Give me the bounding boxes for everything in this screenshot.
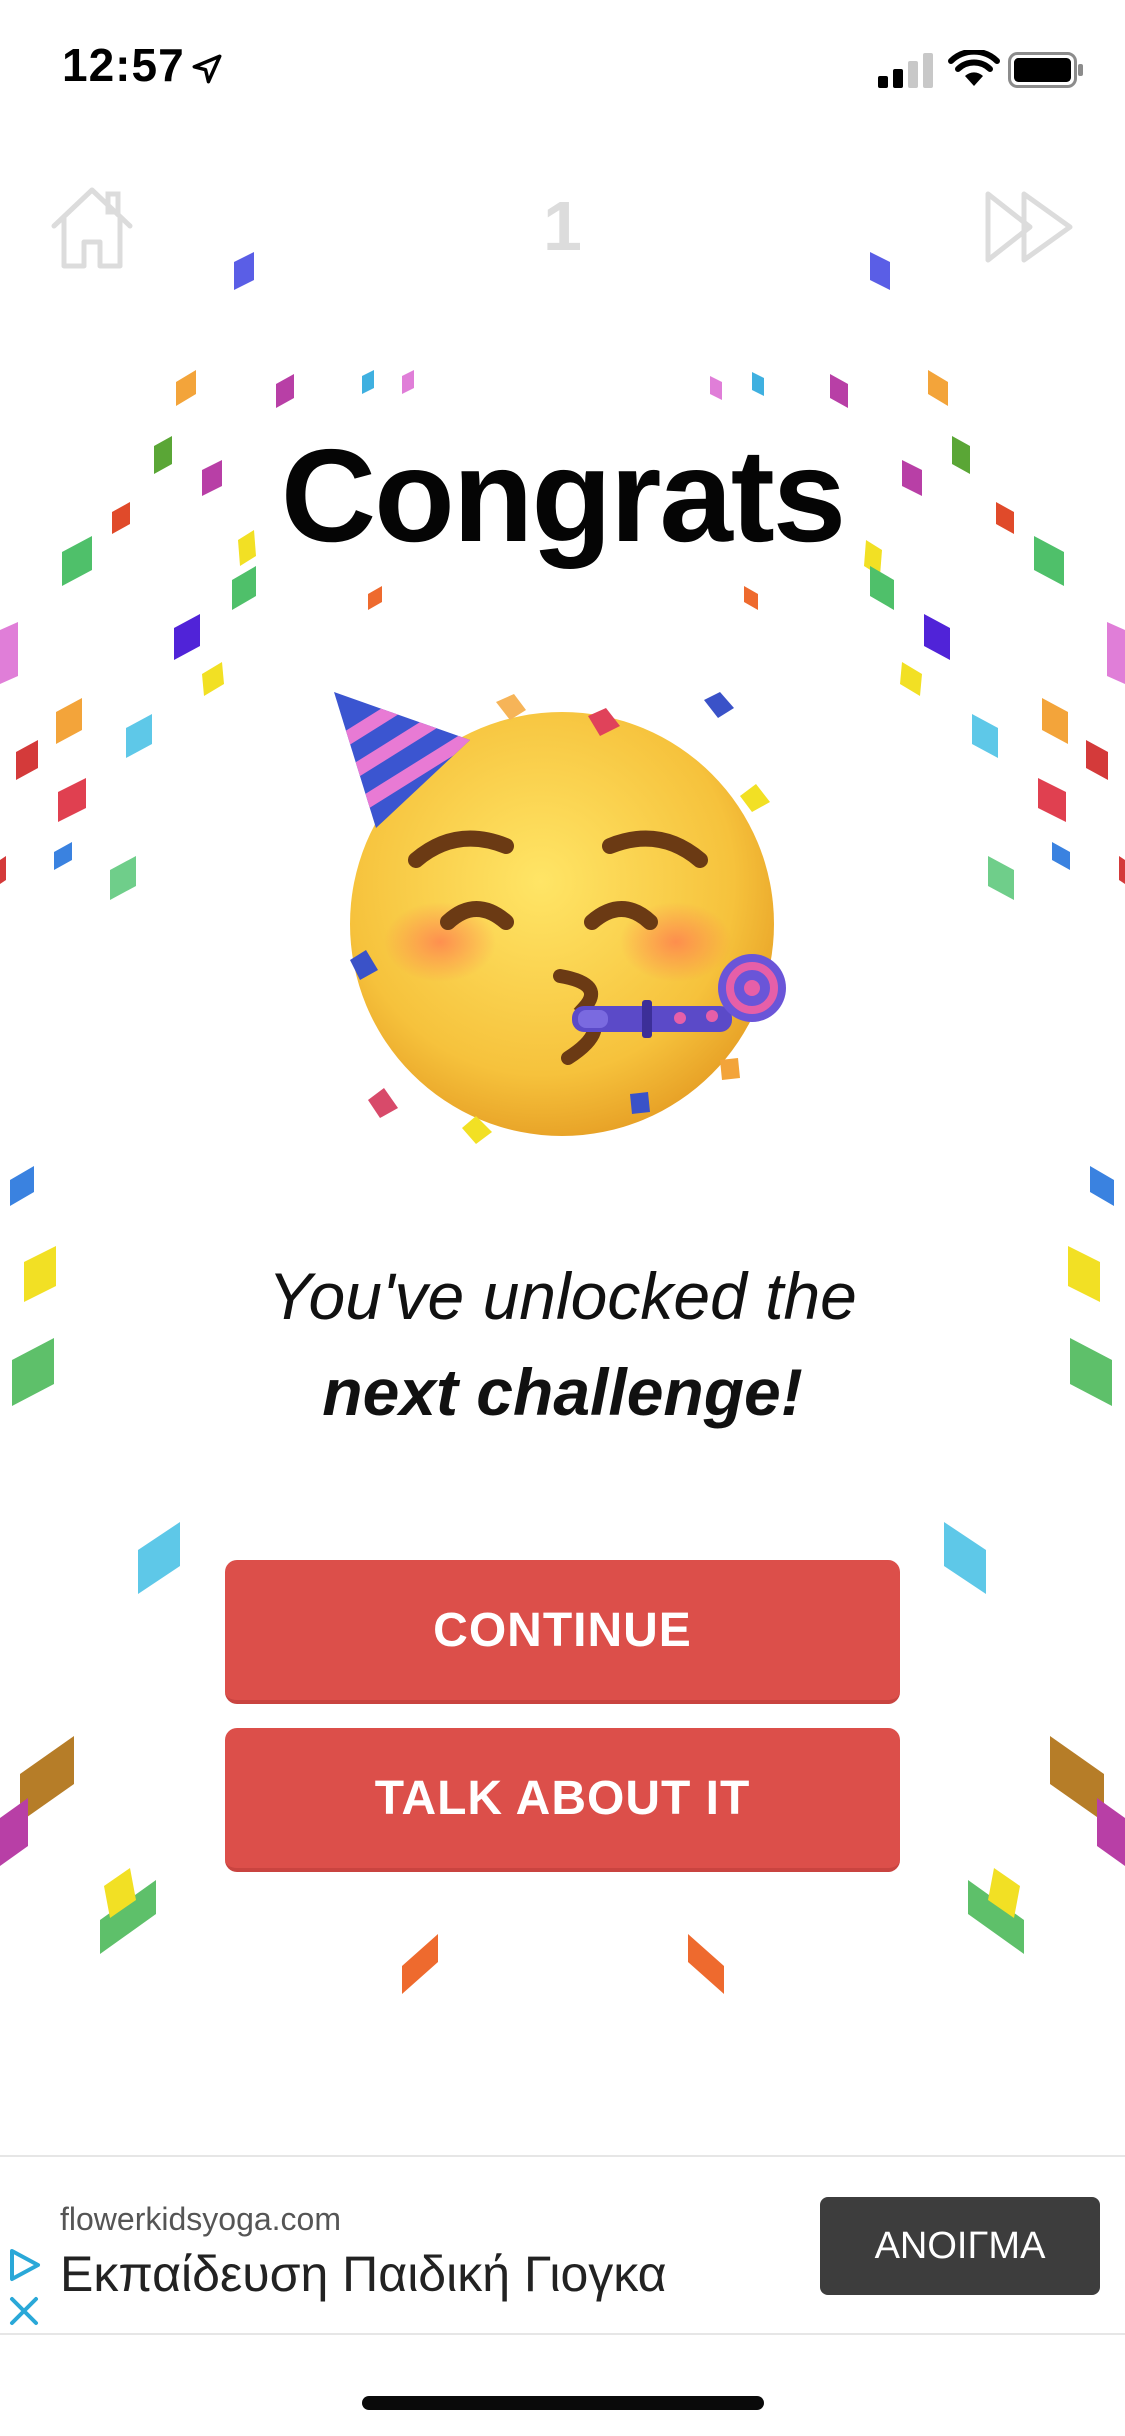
close-icon[interactable] (8, 2295, 40, 2327)
talk-about-it-button[interactable]: TALK ABOUT IT (225, 1728, 900, 1872)
unlock-message: You've unlocked the next challenge! (0, 1248, 1125, 1440)
home-indicator[interactable] (362, 2396, 764, 2410)
partying-face-icon (334, 692, 786, 1144)
continue-button[interactable]: CONTINUE (225, 1560, 900, 1704)
ad-headline[interactable]: Εκπαίδευση Παιδική Γιογκα (60, 2245, 667, 2303)
battery-icon (1008, 52, 1083, 88)
cellular-signal-icon (878, 53, 933, 88)
status-bar: 12:57 (0, 0, 1125, 140)
home-icon[interactable] (44, 180, 140, 276)
location-arrow-icon (192, 54, 222, 84)
status-time: 12:57 (62, 39, 185, 91)
ad-banner[interactable]: flowerkidsyoga.com Εκπαίδευση Παιδική Γι… (0, 2155, 1125, 2335)
confetti-decoration (0, 252, 1125, 1994)
ad-domain: flowerkidsyoga.com (60, 2201, 341, 2237)
congrats-title: Congrats (280, 422, 846, 569)
message-line-2: next challenge! (322, 1355, 803, 1429)
ad-choices-icon[interactable] (6, 2247, 42, 2283)
ad-open-button[interactable]: ΑΝΟΙΓΜΑ (820, 2197, 1100, 2295)
message-line-1: You've unlocked the (268, 1259, 857, 1333)
wifi-icon (948, 50, 1000, 86)
level-number: 1 (543, 187, 582, 265)
fast-forward-icon[interactable] (980, 184, 1080, 270)
